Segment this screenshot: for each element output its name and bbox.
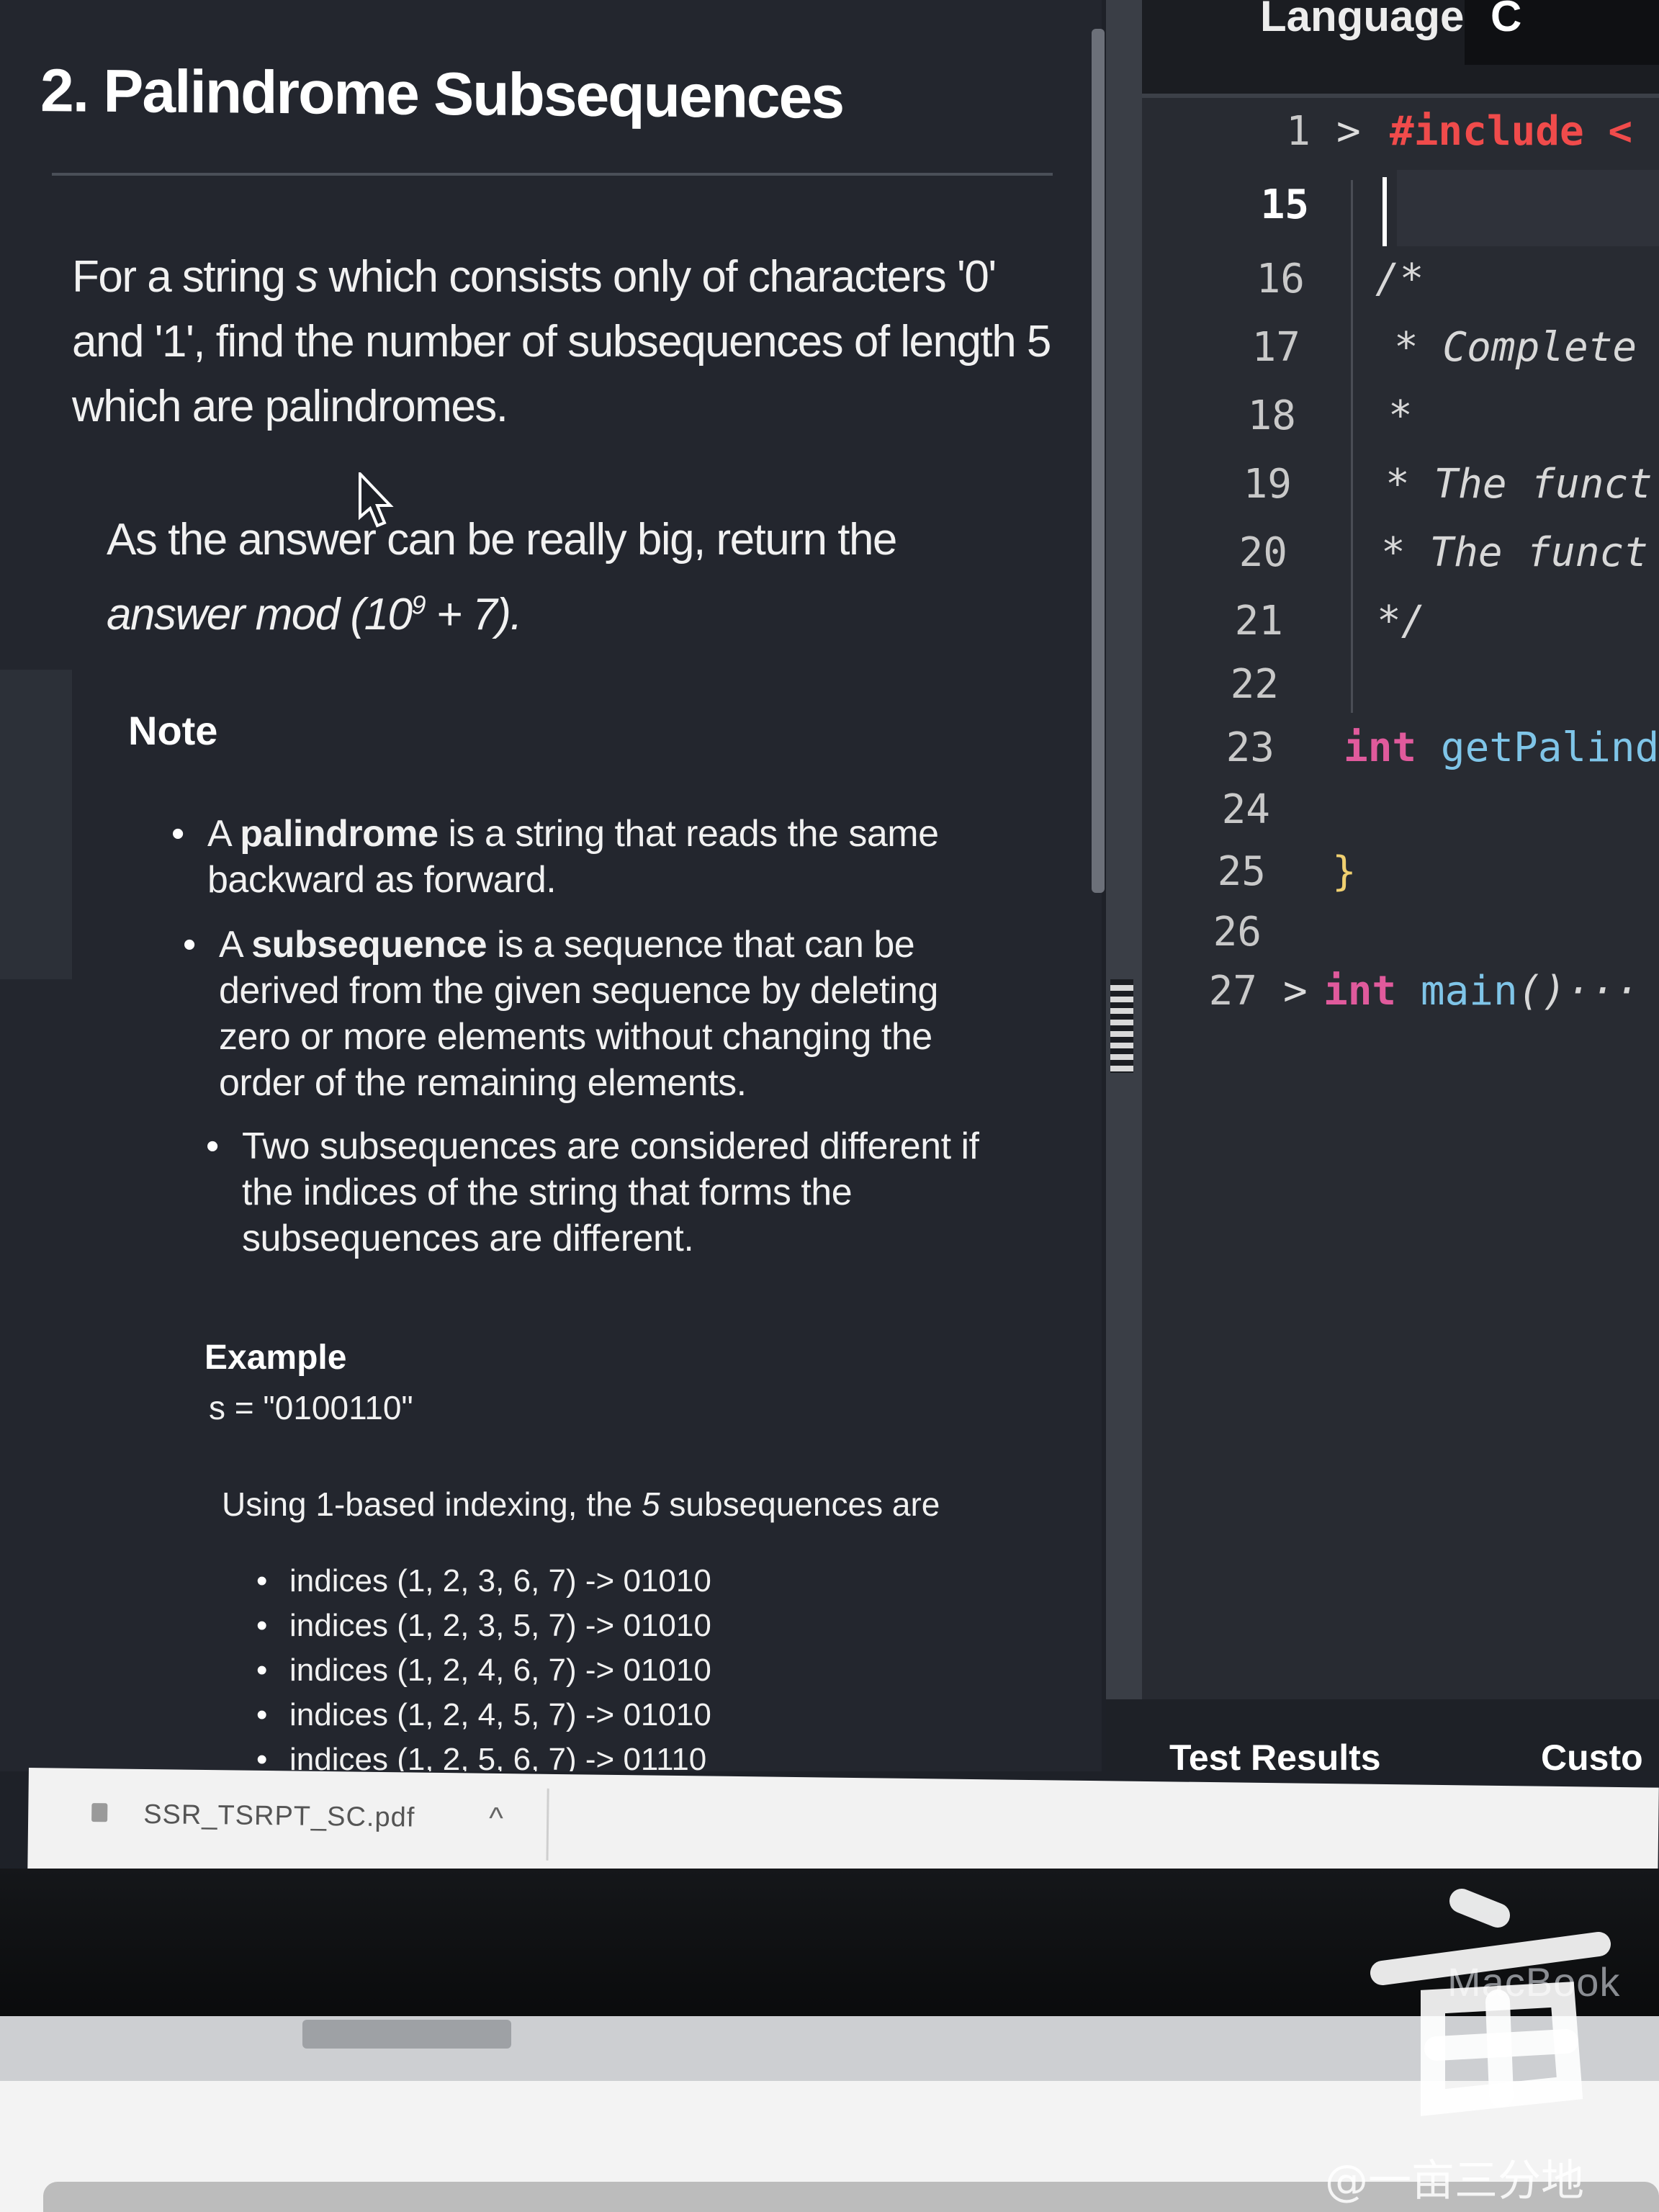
line-number: 1 xyxy=(1286,108,1310,155)
title-divider xyxy=(52,173,1053,176)
note-heading: Note xyxy=(128,708,218,753)
code-text: } xyxy=(1332,848,1357,895)
text-caret xyxy=(1382,177,1387,246)
pdf-file-icon xyxy=(91,1803,108,1822)
watermark-text: @一亩三分地 xyxy=(1325,2156,1584,2206)
list-item: indices (1, 2, 4, 5, 7) -> 01010 xyxy=(256,1693,711,1737)
list-item: indices (1, 2, 4, 6, 7) -> 01010 xyxy=(256,1648,711,1693)
example-heading: Example xyxy=(204,1339,347,1377)
list-item: indices (1, 2, 3, 6, 7) -> 01010 xyxy=(256,1559,711,1604)
example-input: s = "0100110" xyxy=(209,1389,413,1426)
code-token: ··· xyxy=(1566,968,1640,1015)
drag-handle-icon[interactable] xyxy=(1110,979,1133,1073)
code-token: main xyxy=(1420,968,1518,1015)
example-list: indices (1, 2, 3, 6, 7) -> 01010 indices… xyxy=(256,1559,711,1771)
variable-s: s xyxy=(296,252,318,302)
note-list: Two subsequences are considered differen… xyxy=(206,1123,1012,1262)
chevron-up-icon[interactable]: ^ xyxy=(489,1801,503,1835)
line-number: 24 xyxy=(1221,786,1270,833)
panel-splitter[interactable] xyxy=(1106,0,1142,1771)
code-token: * Complete xyxy=(1394,324,1637,371)
code-token: */ xyxy=(1377,598,1426,644)
code-text: */ xyxy=(1377,598,1425,644)
fold-chevron-icon[interactable]: > xyxy=(1336,108,1361,155)
code-token: } xyxy=(1332,848,1357,895)
code-text: * Complete xyxy=(1394,324,1637,371)
code-token: * The funct xyxy=(1385,461,1653,508)
code-token: /* xyxy=(1375,256,1424,302)
code-text: * The funct xyxy=(1381,529,1648,576)
code-text: #include < xyxy=(1390,108,1632,155)
download-file-name[interactable]: SSR_TSRPT_SC.pdf xyxy=(143,1799,415,1834)
screen: 2. Palindrome Subsequences For a string … xyxy=(0,0,1659,1872)
laptop-hinge xyxy=(302,2020,511,2049)
line-number: 18 xyxy=(1247,392,1296,439)
code-text: * The funct xyxy=(1385,461,1653,508)
watermark-logo-icon xyxy=(1370,1889,1611,2116)
line-number: 21 xyxy=(1234,598,1283,644)
divider xyxy=(546,1788,549,1861)
active-line-highlight xyxy=(1397,170,1659,246)
code-text: * xyxy=(1388,392,1413,439)
code-token: * xyxy=(1388,392,1413,439)
line-number: 26 xyxy=(1213,909,1262,956)
fold-chevron-icon[interactable]: > xyxy=(1283,968,1308,1015)
code-text: int getPalind xyxy=(1344,724,1659,771)
line-number: 17 xyxy=(1251,324,1300,371)
list-item: indices (1, 2, 5, 6, 7) -> 01110 xyxy=(256,1737,711,1771)
mod-note: As the answer can be really big, return … xyxy=(107,515,897,639)
tab-test-results[interactable]: Test Results xyxy=(1169,1737,1381,1779)
code-token: #include < xyxy=(1390,108,1633,155)
code-text: int main()··· xyxy=(1323,968,1639,1015)
line-number: 23 xyxy=(1226,724,1274,771)
note-list: A subsequence is a sequence that can be … xyxy=(183,922,1018,1106)
problem-description: For a string s which consists only of ch… xyxy=(72,252,1051,431)
code-token: () xyxy=(1517,968,1567,1015)
note-palindrome: A palindrome is a string that reads the … xyxy=(171,811,1021,903)
problem-panel: 2. Palindrome Subsequences For a string … xyxy=(0,0,1102,1771)
problem-scrollbar[interactable] xyxy=(1092,29,1105,893)
code-token: int xyxy=(1344,724,1441,771)
line-number: 19 xyxy=(1243,461,1292,508)
note-different: Two subsequences are considered differen… xyxy=(206,1123,1012,1262)
line-number: 15 xyxy=(1260,181,1309,228)
problem-title: 2. Palindrome Subsequences xyxy=(40,56,844,131)
tab-custom-input[interactable]: Custo xyxy=(1541,1737,1643,1779)
code-token: getPalind xyxy=(1440,724,1659,771)
mouse-pointer-icon xyxy=(359,472,394,528)
example-intro: Using 1-based indexing, the 5 subsequenc… xyxy=(222,1485,940,1523)
line-number: 27 xyxy=(1208,968,1257,1015)
line-number: 20 xyxy=(1238,529,1287,576)
note-list: A palindrome is a string that reads the … xyxy=(171,811,1021,903)
code-text: /* xyxy=(1375,256,1424,302)
line-number: 22 xyxy=(1230,661,1279,708)
language-select-value[interactable]: C xyxy=(1491,0,1521,41)
indent-guide xyxy=(1351,180,1353,713)
code-token: int xyxy=(1323,968,1421,1015)
line-number: 25 xyxy=(1217,848,1266,895)
list-item: indices (1, 2, 3, 5, 7) -> 01010 xyxy=(256,1604,711,1648)
line-number: 16 xyxy=(1256,256,1305,302)
note-subsequence: A subsequence is a sequence that can be … xyxy=(183,922,1018,1106)
sidebar-edge xyxy=(0,670,72,979)
code-token: * The funct xyxy=(1381,529,1648,576)
language-label: Language xyxy=(1260,0,1465,40)
